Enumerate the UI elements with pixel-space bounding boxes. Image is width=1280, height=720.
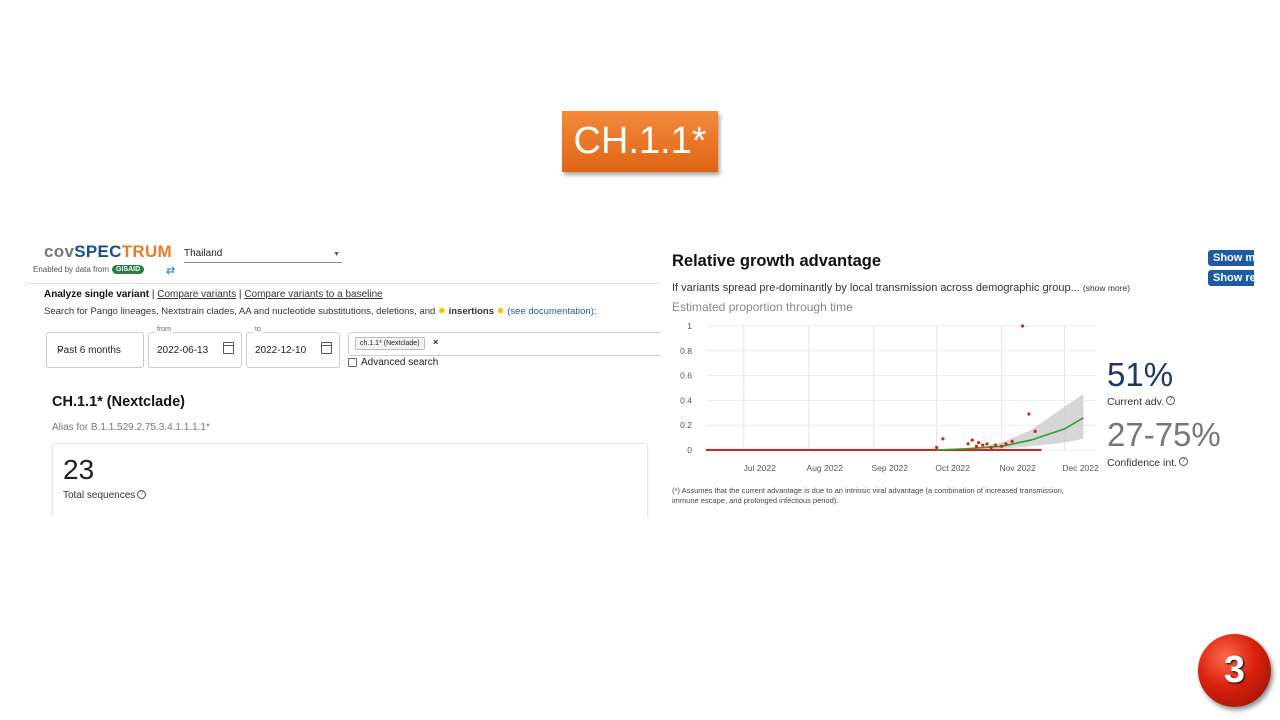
- enabled-by-label: Enabled by data from: [33, 265, 110, 274]
- y-tick-label: 0: [687, 445, 692, 455]
- advanced-search-toggle[interactable]: Advanced search: [348, 357, 438, 368]
- swap-icon[interactable]: ⇄: [166, 264, 175, 277]
- data-point: [1033, 429, 1037, 433]
- nav-compare-baseline[interactable]: Compare variants to a baseline: [244, 289, 382, 300]
- data-point: [981, 443, 985, 447]
- slide-title: CH.1.1*: [562, 111, 718, 172]
- nav-separator: |: [151, 289, 155, 300]
- page-number-badge: 3: [1198, 634, 1271, 707]
- data-point: [985, 442, 989, 446]
- chevron-down-icon: ▼: [333, 251, 340, 258]
- data-point: [993, 443, 997, 447]
- x-tick-label: Sep 2022: [872, 463, 909, 473]
- logo-part-trum: TRUM: [121, 242, 173, 261]
- logo-part-cov: cov: [44, 242, 75, 261]
- total-sequences-label: Total sequences: [63, 490, 136, 501]
- date-from-label: from: [155, 326, 173, 333]
- advanced-search-label: Advanced search: [361, 357, 439, 368]
- search-insertions: insertions: [448, 306, 494, 317]
- sparkle-icon: ✹: [437, 306, 446, 317]
- data-point: [1000, 444, 1004, 448]
- confidence-interval-value: 27-75%: [1107, 416, 1221, 453]
- date-to-label: to: [253, 326, 263, 333]
- search-description: Search for Pango lineages, Nextstrain cl…: [44, 306, 597, 317]
- data-point: [1027, 412, 1031, 416]
- growth-advantage-panel: Relative growth advantage Show more Show…: [662, 242, 1254, 514]
- data-point: [1010, 439, 1014, 443]
- current-advantage-label: Current adv.: [1107, 396, 1164, 408]
- period-select[interactable]: Past 6 months ⌄: [46, 332, 144, 368]
- country-select[interactable]: Thailand ▼: [184, 248, 342, 263]
- y-tick-label: 1: [687, 321, 692, 331]
- documentation-link[interactable]: (see documentation): [507, 306, 594, 317]
- total-sequences-card: 23 Total sequences?: [52, 443, 648, 516]
- data-point: [935, 445, 939, 450]
- search-desc-text: Search for Pango lineages, Nextstrain cl…: [44, 306, 436, 317]
- y-tick-label: 0.8: [680, 346, 692, 356]
- logo-part-spec: SPEC: [74, 242, 122, 261]
- confidence-interval-label-wrap: Confidence int.?: [1107, 457, 1189, 469]
- x-tick-label: Oct 2022: [935, 463, 970, 473]
- x-tick-label: Aug 2022: [807, 463, 844, 473]
- y-tick-label: 0.4: [680, 395, 692, 405]
- enabled-by-text: Enabled by data from GISAID: [33, 265, 145, 274]
- chevron-down-icon: ⌄: [57, 344, 65, 354]
- data-point: [1021, 324, 1025, 328]
- calendar-icon[interactable]: [223, 342, 234, 354]
- current-advantage-value: 51%: [1107, 356, 1174, 393]
- variant-title: CH.1.1* (Nextclade): [52, 394, 185, 410]
- data-point: [970, 438, 974, 442]
- analysis-mode-nav: Analyze single variant | Compare variant…: [44, 289, 383, 300]
- x-tick-label: Dec 2022: [1062, 463, 1099, 473]
- x-tick-label: Nov 2022: [999, 463, 1036, 473]
- help-icon[interactable]: ?: [137, 490, 147, 499]
- growth-description: If variants spread pre-dominantly by loc…: [672, 282, 1130, 294]
- covspectrum-panel: covSPECTRUM Enabled by data from GISAID …: [26, 236, 660, 516]
- data-point: [941, 437, 945, 441]
- show-reset-button[interactable]: Show re: [1208, 270, 1254, 286]
- date-from-field[interactable]: from 2022-06-13: [148, 326, 242, 368]
- close-icon[interactable]: ×: [433, 337, 438, 347]
- calendar-icon[interactable]: [321, 342, 332, 354]
- chart-footnote: (*) Assumes that the current advantage i…: [672, 486, 1064, 505]
- data-point: [1004, 442, 1008, 446]
- data-point: [989, 445, 993, 450]
- variant-alias: Alias for B.1.1.529.2.75.3.4.1.1.1.1*: [52, 422, 210, 433]
- data-point: [966, 442, 970, 446]
- data-point: [976, 440, 981, 445]
- gisaid-logo: GISAID: [112, 265, 145, 274]
- x-tick-label: Jul 2022: [744, 463, 776, 473]
- country-value: Thailand: [184, 248, 223, 259]
- checkbox-icon[interactable]: [348, 358, 357, 367]
- query-chip: ch.1.1* (Nextclade): [355, 337, 425, 350]
- current-advantage-label-wrap: Current adv.?: [1107, 396, 1175, 408]
- y-tick-label: 0.6: [680, 371, 692, 381]
- confidence-band: [936, 394, 1084, 450]
- date-from-value: 2022-06-13: [157, 345, 209, 356]
- covspectrum-logo[interactable]: covSPECTRUM: [44, 242, 172, 262]
- nav-separator: |: [238, 289, 242, 300]
- total-sequences-label-wrap: Total sequences?: [63, 490, 147, 501]
- date-to-value: 2022-12-10: [255, 345, 307, 356]
- confidence-interval-label: Confidence int.: [1107, 457, 1178, 469]
- variant-query-input[interactable]: ch.1.1* (Nextclade) ×: [348, 332, 660, 356]
- nav-analyze-single[interactable]: Analyze single variant: [44, 289, 149, 300]
- proportion-chart: 0 0.2 0.4 0.6 0.8 1 Jul 2022 Aug 2022 Sep 2022 Oc…: [680, 321, 1099, 473]
- total-sequences-count: 23: [63, 454, 95, 485]
- data-point: [974, 444, 979, 448]
- header-divider: [26, 283, 660, 284]
- growth-advantage-title: Relative growth advantage: [672, 252, 882, 270]
- help-icon[interactable]: ?: [1179, 457, 1189, 466]
- nav-compare-variants[interactable]: Compare variants: [157, 289, 236, 300]
- help-icon[interactable]: ?: [1166, 396, 1175, 405]
- show-more-link[interactable]: (show more): [1083, 283, 1130, 293]
- date-to-field[interactable]: to 2022-12-10: [246, 326, 340, 368]
- growth-description-text: If variants spread pre-dominantly by loc…: [672, 282, 1080, 294]
- show-more-button[interactable]: Show more: [1208, 250, 1254, 266]
- sparkle-icon: ✹: [496, 306, 505, 317]
- y-tick-label: 0.2: [680, 420, 692, 430]
